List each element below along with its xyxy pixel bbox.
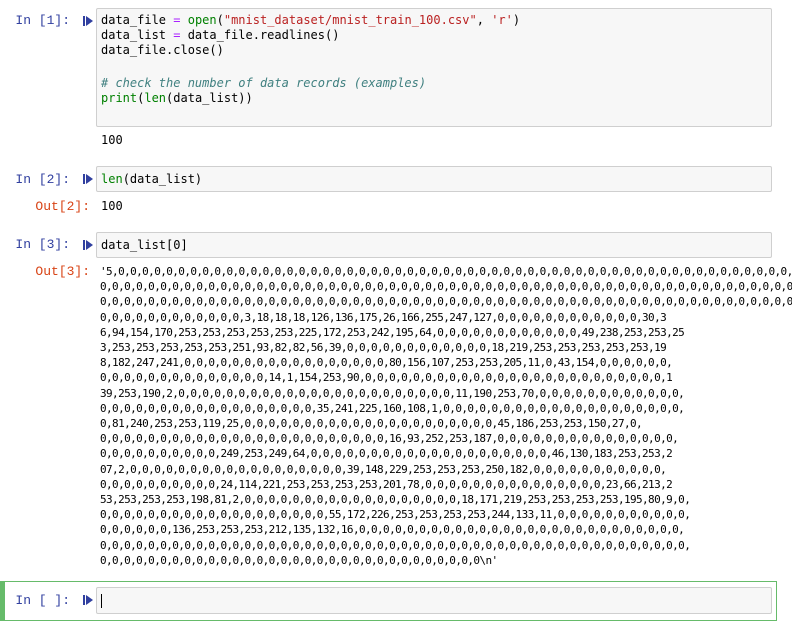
output-line: 0,0,0,0,0,0,0,0,0,0,249,253,249,64,0,0,0… xyxy=(100,447,673,461)
run-cell-icon[interactable] xyxy=(82,239,94,251)
output-line: 3,253,253,253,253,253,251,93,82,82,56,39… xyxy=(100,341,667,355)
output-line: 0,0,0,0,0,0,0,0,0,0,0,0,0,0,0,0,0,0,35,2… xyxy=(100,401,685,415)
output-line: 6,94,154,170,253,253,253,253,253,225,172… xyxy=(100,325,685,339)
code-line: data_list = data_file.readlines() xyxy=(101,28,340,42)
output-line: 0,0,0,0,0,0,0,0,0,0,0,0,0,0,0,0,0,0,0,0,… xyxy=(100,432,679,446)
output-line: 0,0,0,0,0,0,0,0,0,0,0,0,0,0,0,0,0,0,0,0,… xyxy=(100,553,498,567)
input-prompt: In [3]: xyxy=(15,237,70,252)
run-cell-icon[interactable] xyxy=(82,594,94,606)
output-prompt: Out[2]: xyxy=(35,199,90,214)
code-input[interactable] xyxy=(96,587,772,614)
cell-output: 100 xyxy=(101,133,123,147)
output-line: 0,0,0,0,0,0,0,0,0,0,0,0,0,0,14,1,154,253… xyxy=(100,371,673,385)
code-input[interactable]: data_file = open("mnist_dataset/mnist_tr… xyxy=(96,8,772,127)
output-line: 0,0,0,0,0,0,0,0,0,0,0,0,0,0,0,0,0,0,0,0,… xyxy=(100,538,691,552)
input-prompt: In [1]: xyxy=(15,13,70,28)
code-input[interactable]: len(data_list) xyxy=(96,166,772,192)
output-line: 0,0,0,0,0,0,0,0,0,0,0,0,0,0,0,0,0,0,0,55… xyxy=(100,508,691,522)
code-line: print(len(data_list)) xyxy=(101,91,253,105)
output-prompt: Out[3]: xyxy=(35,264,90,279)
output-line: 0,0,0,0,0,0,0,0,0,0,0,0,0,0,0,0,0,0,0,0,… xyxy=(100,295,792,309)
output-line: 8,182,247,241,0,0,0,0,0,0,0,0,0,0,0,0,0,… xyxy=(100,356,673,370)
code-line: len(data_list) xyxy=(101,172,203,186)
output-line: 0,0,0,0,0,0,0,0,0,0,0,0,0,0,0,0,0,0,0,0,… xyxy=(100,280,792,294)
output-line: 39,253,190,2,0,0,0,0,0,0,0,0,0,0,0,0,0,0… xyxy=(100,386,685,400)
cell-output: '5,0,0,0,0,0,0,0,0,0,0,0,0,0,0,0,0,0,0,0… xyxy=(100,264,792,568)
output-line: 0,0,0,0,0,0,136,253,253,253,212,135,132,… xyxy=(100,523,685,537)
input-prompt: In [2]: xyxy=(15,172,70,187)
code-line: data_file = open("mnist_dataset/mnist_tr… xyxy=(101,13,521,27)
text-cursor xyxy=(101,594,102,608)
cell-output: 100 xyxy=(101,199,123,213)
run-cell-icon[interactable] xyxy=(82,173,94,185)
output-line: 0,81,240,253,253,119,25,0,0,0,0,0,0,0,0,… xyxy=(100,417,643,431)
output-line: 53,253,253,253,198,81,2,0,0,0,0,0,0,0,0,… xyxy=(100,493,691,507)
output-line: 0,0,0,0,0,0,0,0,0,0,24,114,221,253,253,2… xyxy=(100,477,673,491)
input-prompt: In [ ]: xyxy=(15,593,70,608)
code-line: data_list[0] xyxy=(101,238,188,252)
code-input[interactable]: data_list[0] xyxy=(96,232,772,258)
code-line: data_file.close() xyxy=(101,43,224,57)
run-cell-icon[interactable] xyxy=(82,15,94,27)
output-line: 07,2,0,0,0,0,0,0,0,0,0,0,0,0,0,0,0,0,0,0… xyxy=(100,462,667,476)
code-comment: # check the number of data records (exam… xyxy=(101,76,427,90)
output-line: '5,0,0,0,0,0,0,0,0,0,0,0,0,0,0,0,0,0,0,0… xyxy=(100,265,792,278)
output-line: 0,0,0,0,0,0,0,0,0,0,0,0,3,18,18,18,126,1… xyxy=(100,310,667,324)
